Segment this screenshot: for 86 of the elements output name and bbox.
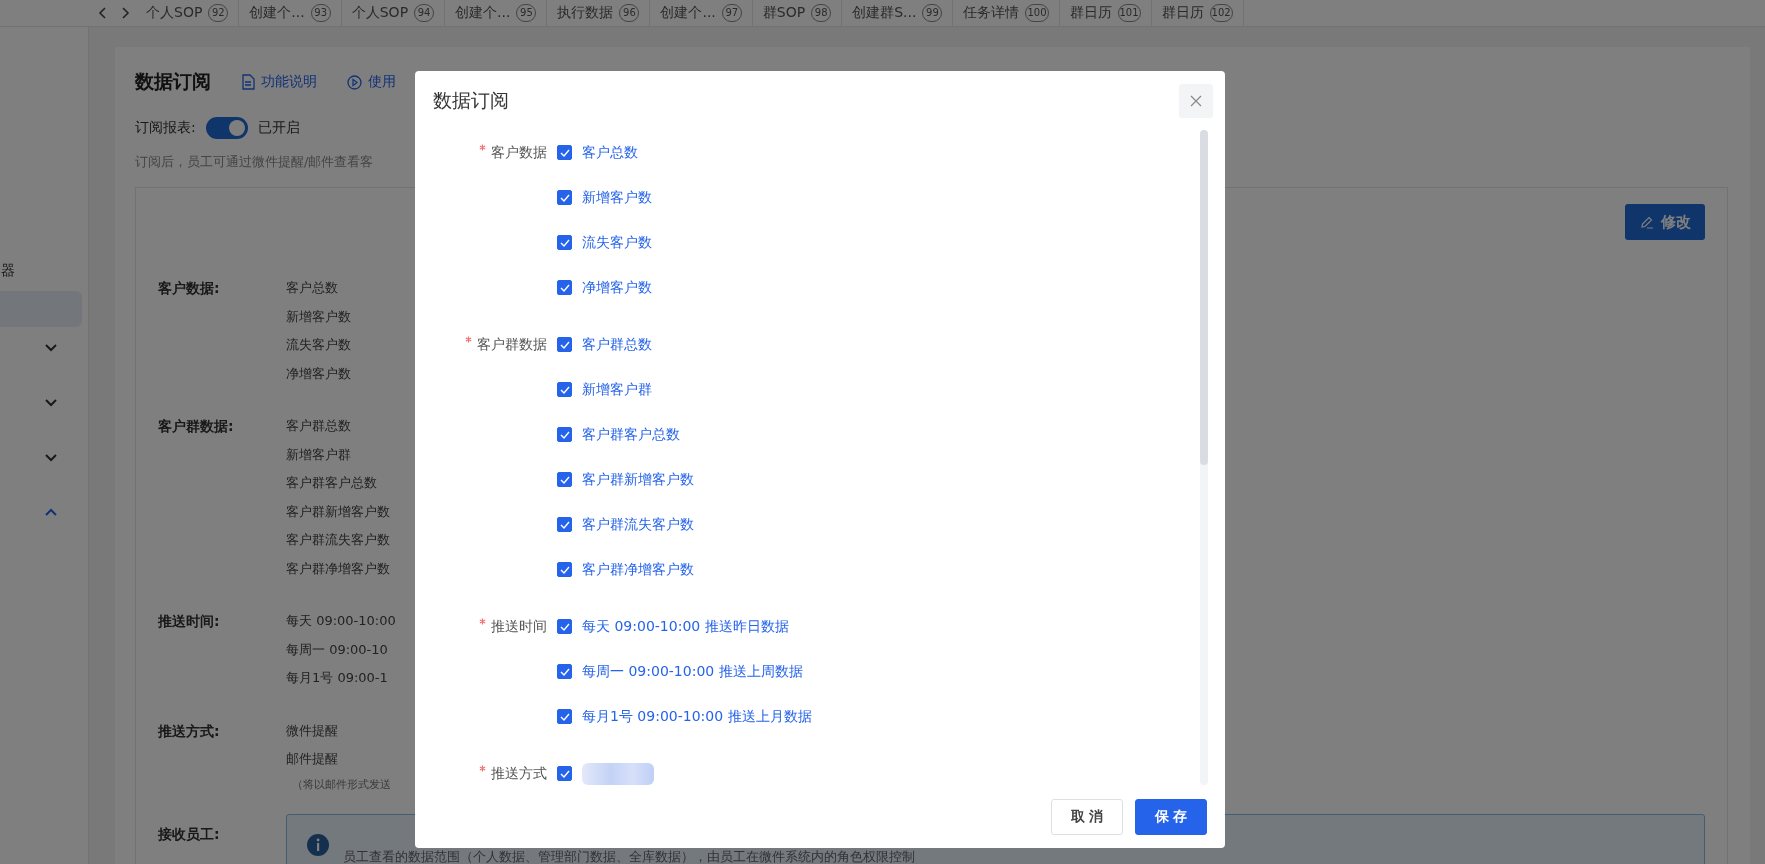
checkbox[interactable] (557, 145, 572, 160)
checkbox[interactable] (557, 382, 572, 397)
section-value: 净增客户数 (286, 364, 351, 383)
field-label: 推送方式 (491, 765, 547, 781)
subscribe-label: 订阅报表: (135, 119, 196, 137)
page-tab[interactable]: 创建群S... 99 (842, 0, 954, 26)
chevron-down-icon[interactable] (44, 453, 58, 462)
chevron-down-icon[interactable] (44, 398, 58, 407)
section-value: 新增客户群 (286, 445, 352, 464)
page-tab[interactable]: 个人SOP 92 (136, 0, 240, 26)
checkbox[interactable] (557, 562, 572, 577)
page-tab[interactable]: 任务详情 100 (953, 0, 1060, 26)
page-tab[interactable]: 个人SOP 94 (341, 0, 446, 26)
page-tab[interactable]: 群日历 102 (1151, 0, 1244, 26)
checkbox[interactable] (557, 709, 572, 724)
page-tab[interactable]: 创建个... 95 (445, 0, 548, 26)
close-icon (1190, 94, 1202, 107)
page-tab[interactable]: 群日历 101 (1059, 0, 1152, 26)
checkbox-label[interactable]: 客户总数 (582, 143, 638, 162)
field-label: 推送时间 (491, 618, 547, 634)
checkbox[interactable] (557, 766, 572, 781)
section-label: 客户群数据: (158, 417, 235, 436)
chevron-left-icon[interactable] (98, 7, 108, 19)
checkbox-label[interactable]: 流失客户数 (582, 233, 652, 252)
chevron-up-icon[interactable] (44, 508, 58, 517)
checkbox-label[interactable]: 客户群新增客户数 (582, 470, 694, 489)
section-value: 微件提醒 (286, 721, 339, 740)
page-title: 数据订阅 (135, 69, 211, 94)
checkbox-label[interactable]: 客户群客户总数 (582, 425, 680, 444)
checkbox-label[interactable]: 客户群净增客户数 (582, 560, 694, 579)
checkbox-label[interactable]: 每周一 09:00-10:00 推送上周数据 (582, 662, 803, 681)
help-link[interactable]: 功能说明 (241, 73, 317, 91)
play-icon (347, 74, 362, 90)
checkbox-label[interactable]: 客户群总数 (582, 335, 652, 354)
checkbox[interactable] (557, 619, 572, 634)
field-label: 客户数据 (491, 144, 547, 160)
section-value: 客户群流失客户数 (286, 531, 390, 549)
page-tab[interactable]: 执行数据 96 (547, 0, 651, 26)
info-text: 员工查看的数据范围（个人数据、管理部门数据、全库数据），由员工在微件系统内的角色权限控制 (343, 849, 915, 864)
checkbox[interactable] (557, 337, 572, 352)
help-link[interactable]: 使用 (347, 73, 396, 91)
section-value: 客户总数 (286, 279, 339, 297)
document-icon (241, 74, 255, 90)
toggle-switch[interactable] (205, 117, 248, 139)
pencil-icon (1639, 214, 1655, 230)
page-tab[interactable]: 创建个... 97 (650, 0, 753, 26)
checkbox[interactable] (557, 190, 572, 205)
checkbox-label[interactable]: 客户群流失客户数 (582, 515, 694, 534)
section-value: 新增客户数 (286, 307, 351, 326)
section-value: 客户群客户总数 (286, 474, 378, 492)
page-tab[interactable]: 创建个... 93 (239, 0, 342, 26)
checkbox[interactable] (557, 664, 572, 679)
checkbox-label[interactable]: 每天 09:00-10:00 推送昨日数据 (582, 617, 789, 636)
checkbox[interactable] (557, 517, 572, 532)
section-value: 客户群新增客户数 (286, 502, 390, 521)
section-value: 每月1号 09:00-1 (286, 669, 389, 687)
section-value: 客户群总数 (286, 417, 352, 435)
scrollbar-thumb[interactable] (1200, 130, 1208, 465)
sidebar-item[interactable]: 器 (1, 255, 88, 285)
checkbox[interactable] (557, 472, 572, 487)
section-label: 客户数据: (158, 279, 221, 298)
checkbox-label[interactable]: 新增客户群 (582, 380, 652, 399)
checkbox[interactable] (557, 235, 572, 250)
section-value: 流失客户数 (286, 336, 351, 354)
edit-button[interactable]: 修改 (1625, 204, 1705, 240)
checkbox[interactable] (557, 280, 572, 295)
field-label: 客户群数据 (477, 336, 547, 352)
cancel-button[interactable]: 取 消 (1051, 798, 1123, 835)
dialog-title: 数据订阅 (433, 87, 509, 113)
info-icon (307, 833, 329, 856)
section-value: 每天 09:00-10:00 (286, 612, 396, 630)
checkbox[interactable] (557, 427, 572, 442)
section-label: 推送时间: (158, 612, 221, 631)
section-label: 推送方式: (158, 721, 221, 741)
checkbox-label[interactable]: 新增客户数 (582, 188, 652, 207)
section-value: 客户群净增客户数 (286, 559, 390, 578)
chevron-down-icon[interactable] (44, 343, 58, 352)
note-text: （将以邮件形式发送 (291, 776, 391, 793)
section-value: 邮件提醒 (286, 750, 339, 768)
checkbox-label[interactable]: 净增客户数 (582, 278, 652, 297)
chevron-right-icon[interactable] (120, 7, 130, 19)
toggle-status: 已开启 (257, 119, 300, 137)
checkbox-label[interactable]: 每月1号 09:00-10:00 推送上月数据 (582, 707, 812, 726)
save-button[interactable]: 保 存 (1135, 798, 1207, 835)
section-label: 接收员工: (158, 824, 221, 844)
page-tab[interactable]: 群SOP 98 (752, 0, 843, 26)
